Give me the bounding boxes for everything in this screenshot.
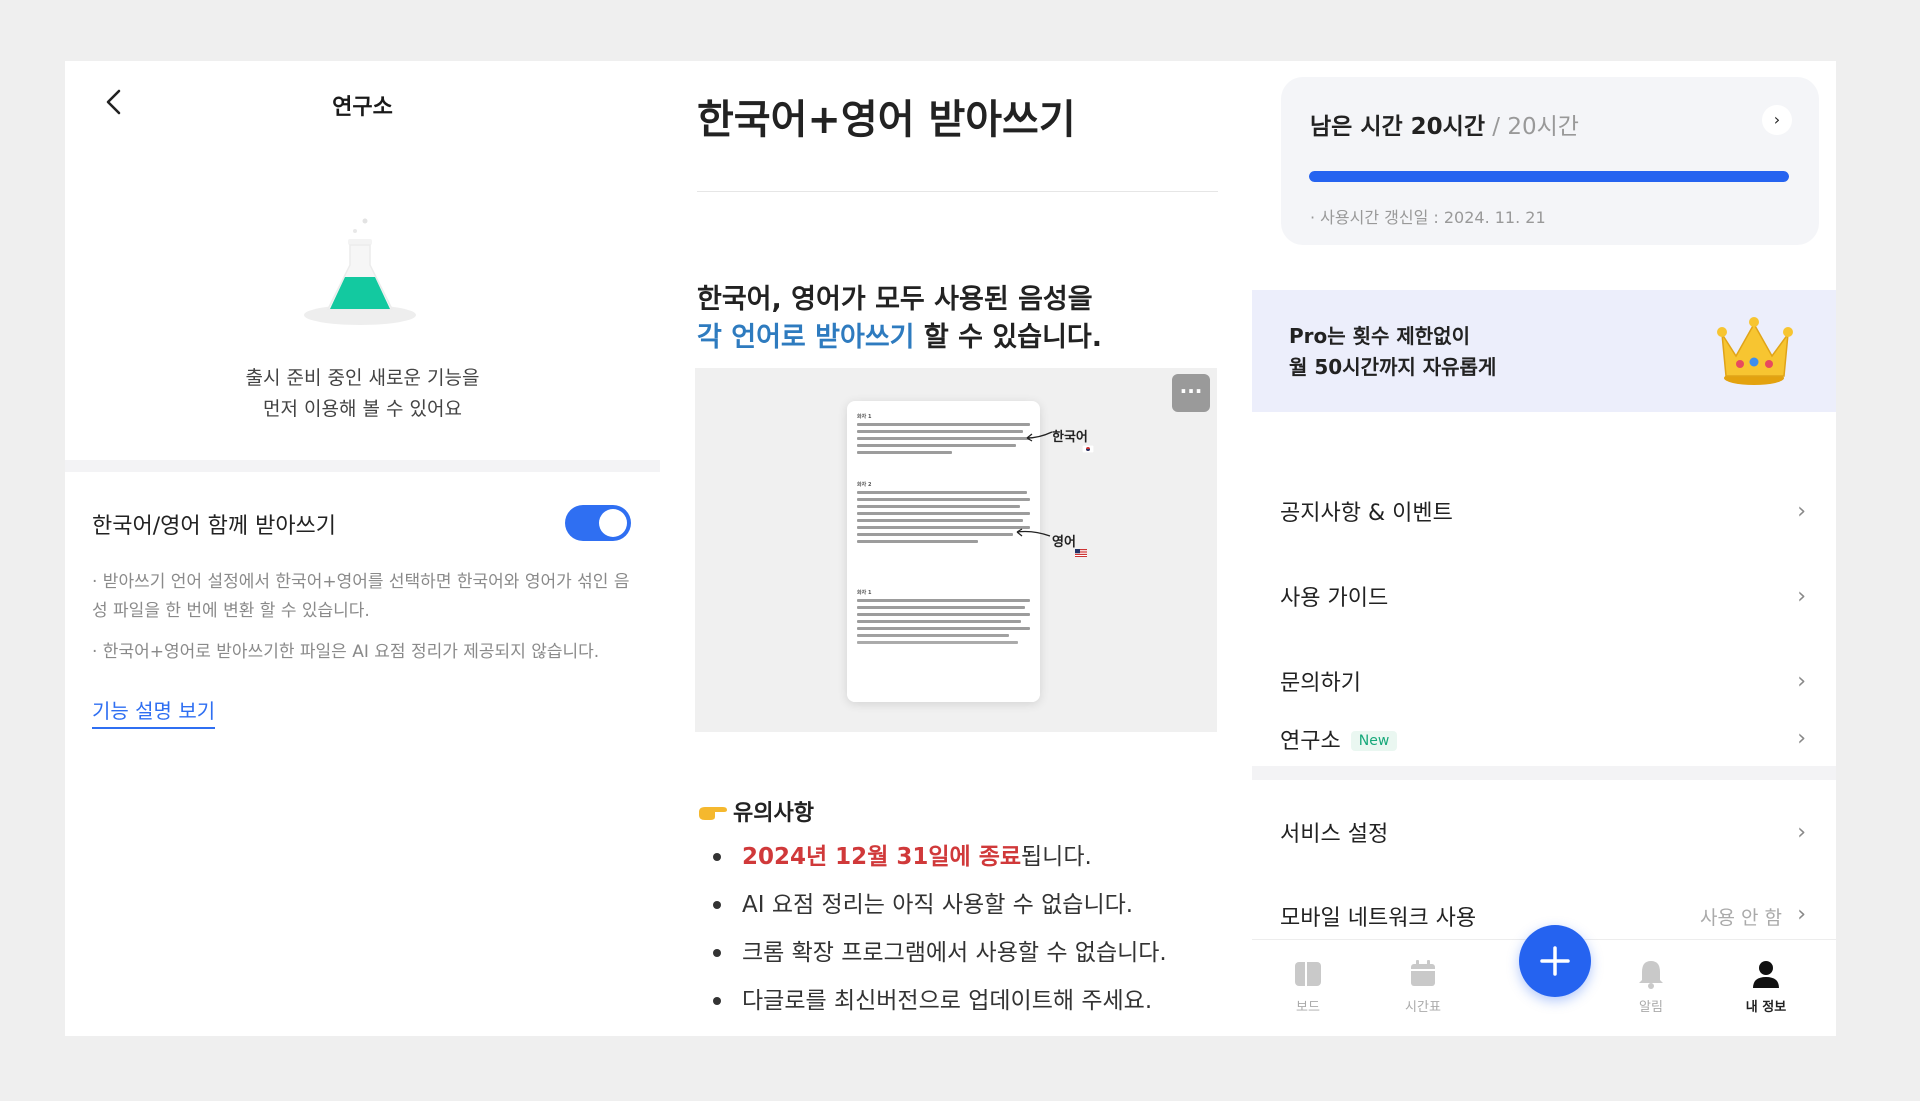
menu-label-wrap: 연구소 New xyxy=(1280,723,1398,755)
more-icon[interactable]: ··· xyxy=(1172,374,1210,412)
heading-divider xyxy=(697,191,1218,192)
transcript-block: 화자 2 xyxy=(857,481,1030,547)
menu-label: 서비스 설정 xyxy=(1280,822,1389,847)
chevron-right-icon: › xyxy=(1797,902,1806,927)
item-text: 크롬 확장 프로그램에서 사용할 수 없습니다. xyxy=(742,940,1167,966)
menu-item-lab[interactable]: 연구소 New › xyxy=(1252,724,1836,766)
toggle-knob xyxy=(599,509,627,537)
list-item: 다글로를 최신버전으로 업데이트해 주세요. xyxy=(697,983,1277,1031)
note-1: · 받아쓰기 언어 설정에서 한국어+영어를 선택하면 한국어와 영어가 섞인 … xyxy=(92,572,630,621)
add-button[interactable] xyxy=(1519,925,1591,997)
chevron-right-icon: › xyxy=(1797,726,1806,751)
feature-description-link[interactable]: 기능 설명 보기 xyxy=(92,695,216,729)
my-info-screen: 남은 시간 20시간 / 20시간 › · 사용시간 갱신일 : 2024. 1… xyxy=(1252,61,1836,1036)
menu-label: 공지사항 & 이벤트 xyxy=(1280,501,1453,526)
usage-progress-fill xyxy=(1309,171,1789,182)
english-tag: 영어 xyxy=(1052,535,1076,550)
guide-heading: 한국어+영어 받아쓰기 xyxy=(697,97,1076,143)
intro-text: 출시 준비 중인 새로운 기능을 먼저 이용해 볼 수 있어요 xyxy=(65,363,660,425)
tab-board[interactable]: 보드 xyxy=(1273,958,1343,1015)
promo-text: Pro는 횟수 제한없이 월 50시간까지 자유롭게 xyxy=(1289,321,1496,383)
note-2: · 한국어+영어로 받아쓰기한 파일은 AI 요점 정리가 제공되지 않습니다. xyxy=(92,642,600,662)
menu-label: 연구소 xyxy=(1280,729,1341,754)
calendar-icon xyxy=(1411,960,1435,986)
flask-icon xyxy=(304,218,416,325)
tab-label: 시간표 xyxy=(1405,1000,1441,1015)
promo-line-1: Pro는 횟수 제한없이 xyxy=(1289,324,1470,348)
menu-item-service-settings[interactable]: 서비스 설정 › xyxy=(1252,803,1836,887)
tab-schedule[interactable]: 시간표 xyxy=(1388,958,1458,1015)
speaker-label: 화자 1 xyxy=(857,414,872,420)
guide-screen: 한국어+영어 받아쓰기 한국어, 영어가 모두 사용된 음성을 각 언어로 받아… xyxy=(660,61,1302,1036)
menu-label: 사용 가이드 xyxy=(1280,586,1389,611)
lab-screen: 연구소 출시 준비 중인 새로운 기능을 먼저 이용해 볼 수 있어요 한국어/… xyxy=(65,61,660,1036)
chevron-right-icon: › xyxy=(1797,820,1806,845)
total-time: / 20시간 xyxy=(1484,114,1579,140)
board-icon xyxy=(1295,962,1321,986)
item-text: 다글로를 최신버전으로 업데이트해 주세요. xyxy=(742,988,1153,1014)
new-badge: New xyxy=(1350,731,1398,751)
lead-highlight: 각 언어로 받아쓰기 xyxy=(697,322,915,353)
section-divider xyxy=(65,460,660,472)
menu-item-guide[interactable]: 사용 가이드 › xyxy=(1252,554,1836,638)
pointing-hand-icon xyxy=(699,807,727,820)
item-highlight: 2024년 12월 31일에 종료 xyxy=(742,844,1022,870)
screens-canvas: 연구소 출시 준비 중인 새로운 기능을 먼저 이용해 볼 수 있어요 한국어/… xyxy=(65,61,1836,1036)
lead-line-1: 한국어, 영어가 모두 사용된 음성을 xyxy=(697,284,1093,315)
transcript-block: 화자 1 xyxy=(857,413,1030,458)
lead-line-2: 각 언어로 받아쓰기 할 수 있습니다. xyxy=(697,319,1102,357)
menu-label: 모바일 네트워크 사용 xyxy=(1280,906,1477,931)
preview-image: ··· 화자 1 화자 2 화자 1 한국어 영어 xyxy=(695,368,1217,732)
menu-value: 사용 안 함 xyxy=(1700,907,1782,929)
arrow-icon xyxy=(1016,528,1051,537)
menu-item-inquiry[interactable]: 문의하기 › xyxy=(1252,639,1836,723)
bell-icon xyxy=(1639,961,1663,989)
tab-label: 보드 xyxy=(1296,1000,1320,1015)
tab-label: 내 정보 xyxy=(1745,1000,1787,1015)
arrow-icon xyxy=(1026,431,1053,442)
us-flag-icon xyxy=(1075,549,1087,557)
promo-line-2: 월 50시간까지 자유롭게 xyxy=(1289,355,1497,379)
list-item: AI 요점 정리는 아직 사용할 수 없습니다. xyxy=(697,887,1277,935)
speaker-label: 화자 1 xyxy=(857,590,872,596)
transcript-card: 화자 1 화자 2 화자 1 xyxy=(847,401,1040,702)
renew-date: · 사용시간 갱신일 : 2024. 11. 21 xyxy=(1310,208,1546,227)
lead-rest: 할 수 있습니다. xyxy=(914,322,1103,353)
caution-title: 유의사항 xyxy=(733,801,814,826)
guide-lead: 한국어, 영어가 모두 사용된 음성을 각 언어로 받아쓰기 할 수 있습니다. xyxy=(697,281,1102,357)
menu-item-notice[interactable]: 공지사항 & 이벤트 › xyxy=(1252,469,1836,553)
tab-my-info[interactable]: 내 정보 xyxy=(1731,958,1801,1015)
korean-tag: 한국어 xyxy=(1052,430,1088,445)
bilingual-toggle[interactable] xyxy=(565,505,631,541)
speaker-label: 화자 2 xyxy=(857,482,872,488)
pro-promo-banner[interactable]: Pro는 횟수 제한없이 월 50시간까지 자유롭게 xyxy=(1252,290,1836,412)
usage-card[interactable]: 남은 시간 20시간 / 20시간 › · 사용시간 갱신일 : 2024. 1… xyxy=(1281,77,1819,245)
chevron-right-icon: › xyxy=(1797,669,1806,694)
person-icon xyxy=(1753,961,1779,988)
caution-list: 2024년 12월 31일에 종료됩니다. AI 요점 정리는 아직 사용할 수… xyxy=(697,839,1277,1031)
section-divider xyxy=(1252,766,1836,780)
chevron-right-icon[interactable]: › xyxy=(1762,105,1792,135)
tab-alerts[interactable]: 알림 xyxy=(1616,958,1686,1015)
plus-icon xyxy=(1540,946,1570,976)
remaining-value: 남은 시간 20시간 xyxy=(1310,114,1485,140)
menu-label: 문의하기 xyxy=(1280,671,1361,696)
usage-progress-bar xyxy=(1309,171,1789,182)
page-title: 연구소 xyxy=(332,95,393,120)
tab-label: 알림 xyxy=(1639,1000,1663,1015)
intro-line-1: 출시 준비 중인 새로운 기능을 xyxy=(245,367,480,389)
toggle-label: 한국어/영어 함께 받아쓰기 xyxy=(92,514,337,539)
korea-flag-icon xyxy=(1082,445,1094,453)
item-text: AI 요점 정리는 아직 사용할 수 없습니다. xyxy=(742,892,1134,918)
caution-heading: 유의사항 xyxy=(697,795,814,827)
list-item: 2024년 12월 31일에 종료됩니다. xyxy=(697,839,1277,887)
item-text: 됩니다. xyxy=(1021,844,1092,870)
intro-line-2: 먼저 이용해 볼 수 있어요 xyxy=(263,398,462,420)
crown-icon xyxy=(1717,317,1793,385)
chevron-right-icon: › xyxy=(1797,499,1806,524)
list-item: 크롬 확장 프로그램에서 사용할 수 없습니다. xyxy=(697,935,1277,983)
chevron-right-icon: › xyxy=(1797,584,1806,609)
remaining-time: 남은 시간 20시간 / 20시간 xyxy=(1310,107,1579,141)
